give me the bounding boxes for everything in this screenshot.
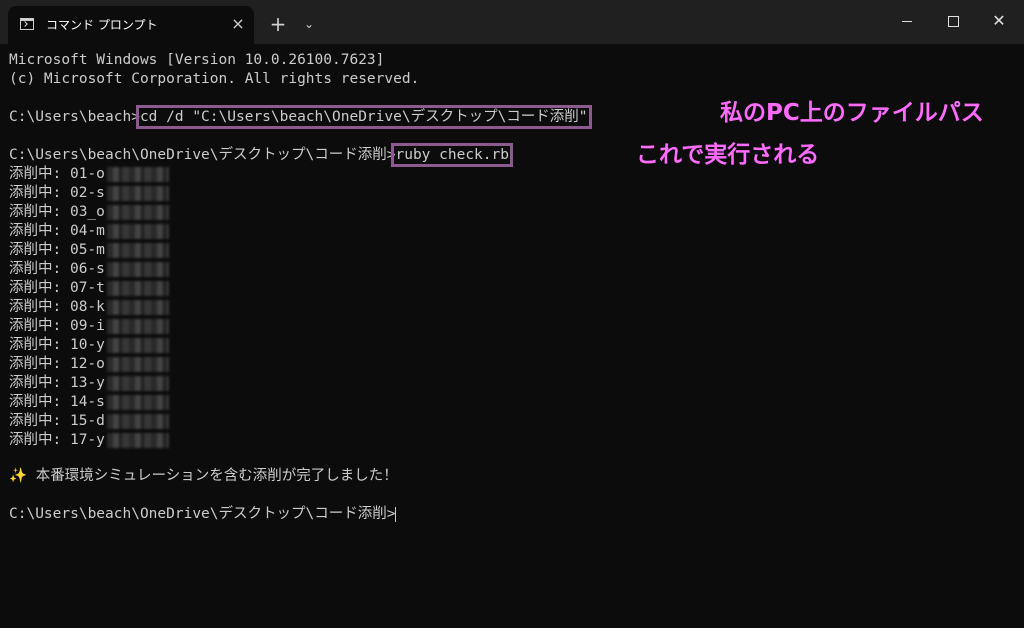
output-text: 添削中: 13-y <box>9 375 105 391</box>
output-text: 添削中: 07-t <box>9 280 105 296</box>
output-line: 添削中: 17-y <box>9 431 169 450</box>
minimize-button[interactable] <box>884 6 930 38</box>
header-copyright-line: (c) Microsoft Corporation. All rights re… <box>9 71 420 87</box>
output-line: 添削中: 07-t <box>9 279 169 298</box>
output-line: 添削中: 03_o <box>9 203 169 222</box>
redacted-filename <box>106 375 169 391</box>
output-line: 添削中: 05-m <box>9 241 169 260</box>
ruby-command-highlight: ruby check.rb <box>391 143 513 167</box>
redacted-filename <box>106 394 169 410</box>
redacted-filename <box>106 223 169 239</box>
output-line: 添削中: 06-s <box>9 260 169 279</box>
redacted-filename <box>106 299 169 315</box>
output-line: 添削中: 15-d <box>9 412 169 431</box>
output-text: 添削中: 02-s <box>9 185 105 201</box>
output-line: 添削中: 14-s <box>9 393 169 412</box>
output-text: 添削中: 03_o <box>9 204 105 220</box>
output-line: 添削中: 09-i <box>9 317 169 336</box>
output-line: 添削中: 04-m <box>9 222 169 241</box>
current-prompt-line[interactable]: C:\Users\beach\OneDrive\デスクトップ\コード添削> <box>9 505 397 524</box>
redacted-filename <box>106 280 169 296</box>
output-text: 添削中: 15-d <box>9 413 105 429</box>
new-tab-button[interactable]: + <box>266 12 290 36</box>
redacted-filename <box>106 242 169 258</box>
output-text: 添削中: 12-o <box>9 356 105 372</box>
minimize-icon <box>902 21 912 22</box>
output-line: 添削中: 12-o <box>9 355 169 374</box>
output-line: 添削中: 08-k <box>9 298 169 317</box>
dropdown-chevron-icon[interactable]: ⌄ <box>298 12 320 36</box>
output-line: 添削中: 13-y <box>9 374 169 393</box>
command-prompt-window: コマンド プロンプト × + ⌄ ✕ Microsoft Windows [Ve… <box>0 0 1024 628</box>
output-line: 添削中: 10-y <box>9 336 169 355</box>
redacted-filename <box>106 413 169 429</box>
close-icon: ✕ <box>992 11 1006 30</box>
command-line-2: C:\Users\beach\OneDrive\デスクトップ\コード添削>rub… <box>9 143 513 167</box>
redacted-filename <box>106 318 169 334</box>
output-text: 添削中: 08-k <box>9 299 105 315</box>
redacted-filename <box>106 337 169 353</box>
completion-line: ✨ 本番環境シミュレーションを含む添削が完了しました！ <box>9 468 398 484</box>
output-text: 添削中: 14-s <box>9 394 105 410</box>
redacted-filename <box>106 356 169 372</box>
tab-command-prompt[interactable]: コマンド プロンプト × <box>8 6 254 44</box>
output-text: 添削中: 04-m <box>9 223 105 239</box>
tab-title: コマンド プロンプト <box>46 18 158 32</box>
terminal-icon <box>20 18 34 30</box>
redacted-filename <box>106 204 169 220</box>
output-line: 添削中: 01-o <box>9 165 169 184</box>
header-version-line: Microsoft Windows [Version 10.0.26100.76… <box>9 52 385 68</box>
text-cursor <box>395 506 397 522</box>
redacted-filename <box>106 185 169 201</box>
redacted-filename <box>106 261 169 277</box>
tab-close-button[interactable]: × <box>226 12 250 36</box>
output-line: 添削中: 02-s <box>9 184 169 203</box>
title-bar: コマンド プロンプト × + ⌄ ✕ <box>0 0 1024 44</box>
annotation-run-command: これで実行される <box>636 142 820 168</box>
prompt-text: C:\Users\beach\OneDrive\デスクトップ\コード添削> <box>9 147 396 163</box>
output-text: 添削中: 05-m <box>9 242 105 258</box>
maximize-icon <box>947 16 959 27</box>
command-line-1: C:\Users\beach>cd /d "C:\Users\beach\One… <box>9 105 592 129</box>
prompt-text: C:\Users\beach> <box>9 109 140 125</box>
close-button[interactable]: ✕ <box>976 6 1022 38</box>
console-output[interactable]: Microsoft Windows [Version 10.0.26100.76… <box>0 44 1024 628</box>
prompt-text: C:\Users\beach\OneDrive\デスクトップ\コード添削> <box>9 506 396 522</box>
output-text: 添削中: 06-s <box>9 261 105 277</box>
output-text: 添削中: 17-y <box>9 432 105 448</box>
output-text: 添削中: 09-i <box>9 318 105 334</box>
redacted-filename <box>106 432 169 448</box>
output-text: 添削中: 10-y <box>9 337 105 353</box>
cd-command-highlight: cd /d "C:\Users\beach\OneDrive\デスクトップ\コー… <box>135 105 592 129</box>
maximize-button[interactable] <box>930 6 976 38</box>
output-text: 添削中: 01-o <box>9 166 105 182</box>
annotation-file-path: 私のPC上のファイルパス <box>720 100 984 126</box>
redacted-filename <box>106 166 169 182</box>
